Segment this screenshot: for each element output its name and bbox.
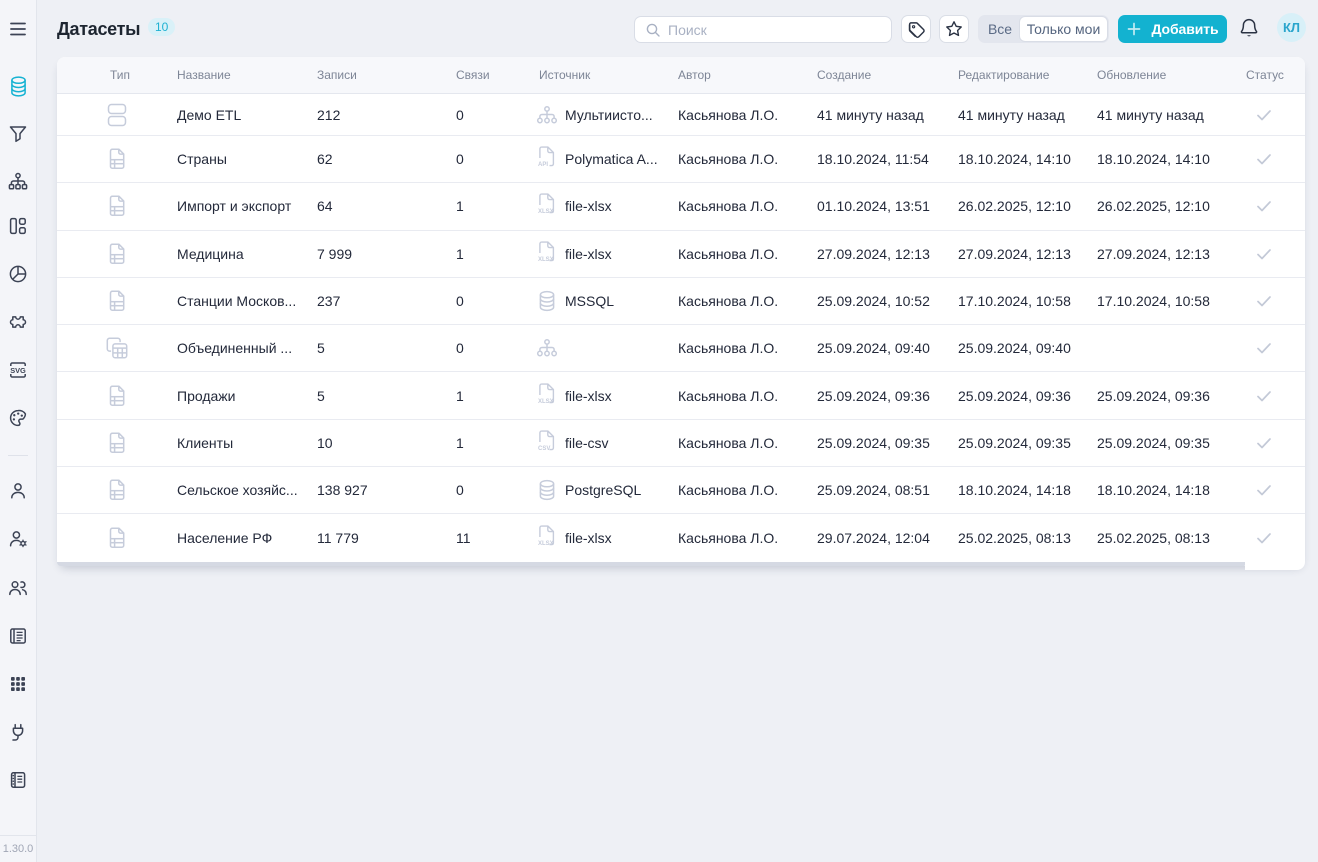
svg-text:XLSX: XLSX	[538, 399, 554, 405]
svg-text:XLSX: XLSX	[538, 541, 554, 547]
svg-text:XLSX: XLSX	[538, 257, 554, 263]
svg-text:API: API	[538, 162, 548, 168]
svg-text:XLSX: XLSX	[538, 209, 554, 215]
svg-text:CSV: CSV	[538, 446, 550, 452]
svg-text:SVG: SVG	[10, 366, 26, 375]
